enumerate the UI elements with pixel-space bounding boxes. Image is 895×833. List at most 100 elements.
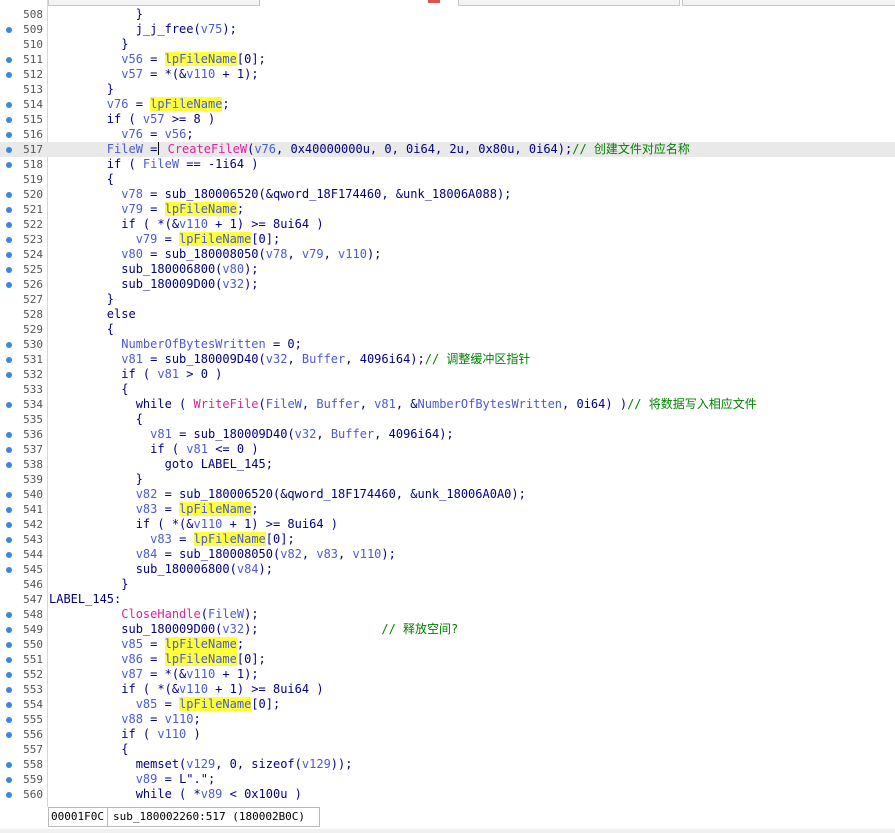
highlighted-identifier[interactable]: lpFileName xyxy=(164,52,237,66)
statement-marker-icon[interactable] xyxy=(6,522,12,528)
code-line[interactable]: 515 if ( v57 >= 8 ) xyxy=(0,112,895,127)
code-text[interactable]: } xyxy=(49,82,114,97)
code-line[interactable]: 553 if ( *(&v110 + 1) >= 8ui64 ) xyxy=(0,682,895,697)
variable-token[interactable]: v83 xyxy=(150,532,172,546)
highlighted-identifier[interactable]: lpFileName xyxy=(179,502,252,516)
code-text[interactable]: { xyxy=(49,322,114,337)
statement-marker-icon[interactable] xyxy=(6,207,12,213)
code-text[interactable]: j_j_free(v75); xyxy=(49,22,237,37)
variable-token[interactable]: FileW xyxy=(266,397,302,411)
statement-marker-icon[interactable] xyxy=(6,552,12,558)
code-line[interactable]: 534 while ( WriteFile(FileW, Buffer, v81… xyxy=(0,397,895,412)
statement-marker-icon[interactable] xyxy=(6,222,12,228)
code-line[interactable]: 556 if ( v110 ) xyxy=(0,727,895,742)
statement-marker-icon[interactable] xyxy=(6,432,12,438)
statement-marker-icon[interactable] xyxy=(6,372,12,378)
statement-marker-icon[interactable] xyxy=(6,567,12,573)
statement-marker-icon[interactable] xyxy=(6,627,12,633)
statement-marker-icon[interactable] xyxy=(6,57,12,63)
code-line[interactable]: 516 v76 = v56; xyxy=(0,127,895,142)
code-line[interactable]: 514 v76 = lpFileName; xyxy=(0,97,895,112)
code-line[interactable]: 529 { xyxy=(0,322,895,337)
tab-stub[interactable] xyxy=(682,0,895,6)
code-line[interactable]: 549 sub_180009D00(v32); // 释放空间? xyxy=(0,622,895,637)
api-call-token[interactable]: WriteFile xyxy=(194,397,259,411)
variable-token[interactable]: v88 xyxy=(121,712,143,726)
code-line[interactable]: 528 else xyxy=(0,307,895,322)
statement-marker-icon[interactable] xyxy=(6,192,12,198)
variable-token[interactable]: v79 xyxy=(136,232,158,246)
variable-token[interactable]: v79 xyxy=(302,247,324,261)
code-text[interactable]: if ( v81 > 0 ) xyxy=(49,367,222,382)
code-text[interactable]: v87 = *(&v110 + 1); xyxy=(49,667,258,682)
code-line[interactable]: 527 } xyxy=(0,292,895,307)
code-text[interactable]: sub_180009D00(v32); xyxy=(49,277,258,292)
code-line[interactable]: 511 v56 = lpFileName[0]; xyxy=(0,52,895,67)
code-text[interactable]: v85 = lpFileName[0]; xyxy=(49,697,280,712)
highlighted-identifier[interactable]: lpFileName xyxy=(164,652,237,666)
variable-token[interactable]: v82 xyxy=(280,547,302,561)
variable-token[interactable]: v87 xyxy=(121,667,143,681)
code-text[interactable]: LABEL_145: xyxy=(49,592,121,607)
code-text[interactable]: v83 = lpFileName; xyxy=(49,502,259,517)
code-line[interactable]: 538 goto LABEL_145; xyxy=(0,457,895,472)
code-text[interactable]: v86 = lpFileName[0]; xyxy=(49,652,266,667)
statement-marker-icon[interactable] xyxy=(6,732,12,738)
variable-token[interactable]: v89 xyxy=(136,772,158,786)
statement-marker-icon[interactable] xyxy=(6,27,12,33)
code-line[interactable]: 547 LABEL_145: xyxy=(0,592,895,607)
code-text[interactable]: goto LABEL_145; xyxy=(49,457,273,472)
code-line[interactable]: 520 v78 = sub_180006520(&qword_18F174460… xyxy=(0,187,895,202)
code-text[interactable]: v76 = lpFileName; xyxy=(49,97,230,112)
variable-token[interactable]: v110 xyxy=(186,667,215,681)
code-line[interactable]: 550 v85 = lpFileName; xyxy=(0,637,895,652)
variable-token[interactable]: v110 xyxy=(338,247,367,261)
code-text[interactable]: v79 = lpFileName[0]; xyxy=(49,232,280,247)
variable-token[interactable]: v110 xyxy=(179,682,208,696)
statement-marker-icon[interactable] xyxy=(6,252,12,258)
highlighted-identifier[interactable]: lpFileName xyxy=(164,202,237,216)
statement-marker-icon[interactable] xyxy=(6,612,12,618)
statement-marker-icon[interactable] xyxy=(6,492,12,498)
code-text[interactable]: v82 = sub_180006520(&qword_18F174460, &u… xyxy=(49,487,526,502)
code-text[interactable]: v88 = v110; xyxy=(49,712,201,727)
code-text[interactable]: v56 = lpFileName[0]; xyxy=(49,52,266,67)
statement-marker-icon[interactable] xyxy=(6,357,12,363)
highlighted-identifier[interactable]: lpFileName xyxy=(193,532,266,546)
statement-marker-icon[interactable] xyxy=(6,237,12,243)
code-line[interactable]: 548 CloseHandle(FileW); xyxy=(0,607,895,622)
variable-token[interactable]: v81 xyxy=(150,427,172,441)
statement-marker-icon[interactable] xyxy=(6,462,12,468)
code-text[interactable]: if ( v110 ) xyxy=(49,727,201,742)
code-line[interactable]: 551 v86 = lpFileName[0]; xyxy=(0,652,895,667)
code-line[interactable]: 526 sub_180009D00(v32); xyxy=(0,277,895,292)
code-line[interactable]: 536 v81 = sub_180009D40(v32, Buffer, 409… xyxy=(0,427,895,442)
code-text[interactable]: while ( WriteFile(FileW, Buffer, v81, &N… xyxy=(49,397,757,412)
variable-token[interactable]: v79 xyxy=(121,202,143,216)
code-line[interactable]: 523 v79 = lpFileName[0]; xyxy=(0,232,895,247)
code-line[interactable]: 533 { xyxy=(0,382,895,397)
statement-marker-icon[interactable] xyxy=(6,687,12,693)
variable-token[interactable]: v81 xyxy=(374,397,396,411)
variable-token[interactable]: v56 xyxy=(121,52,143,66)
code-line[interactable]: 513 } xyxy=(0,82,895,97)
code-text[interactable]: v83 = lpFileName[0]; xyxy=(49,532,295,547)
code-line[interactable]: 560 while ( *v89 < 0x100u ) xyxy=(0,787,895,802)
variable-token[interactable]: v84 xyxy=(237,562,259,576)
code-text[interactable]: } xyxy=(49,577,128,592)
code-text[interactable]: } xyxy=(49,37,128,52)
code-line[interactable]: 559 v89 = L"."; xyxy=(0,772,895,787)
code-line[interactable]: 530 NumberOfBytesWritten = 0; xyxy=(0,337,895,352)
variable-token[interactable]: v81 xyxy=(121,352,143,366)
variable-token[interactable]: Buffer xyxy=(302,352,345,366)
code-line[interactable]: 558 memset(v129, 0, sizeof(v129)); xyxy=(0,757,895,772)
code-line[interactable]: 525 sub_180006800(v80); xyxy=(0,262,895,277)
code-line[interactable]: 554 v85 = lpFileName[0]; xyxy=(0,697,895,712)
code-line[interactable]: 546 } xyxy=(0,577,895,592)
variable-token[interactable]: v57 xyxy=(143,112,165,126)
variable-token[interactable]: v80 xyxy=(222,262,244,276)
variable-token[interactable]: v85 xyxy=(136,697,158,711)
highlighted-identifier[interactable]: lpFileName xyxy=(164,637,237,651)
variable-token[interactable]: Buffer xyxy=(331,427,374,441)
code-text[interactable]: if ( *(&v110 + 1) >= 8ui64 ) xyxy=(49,682,323,697)
